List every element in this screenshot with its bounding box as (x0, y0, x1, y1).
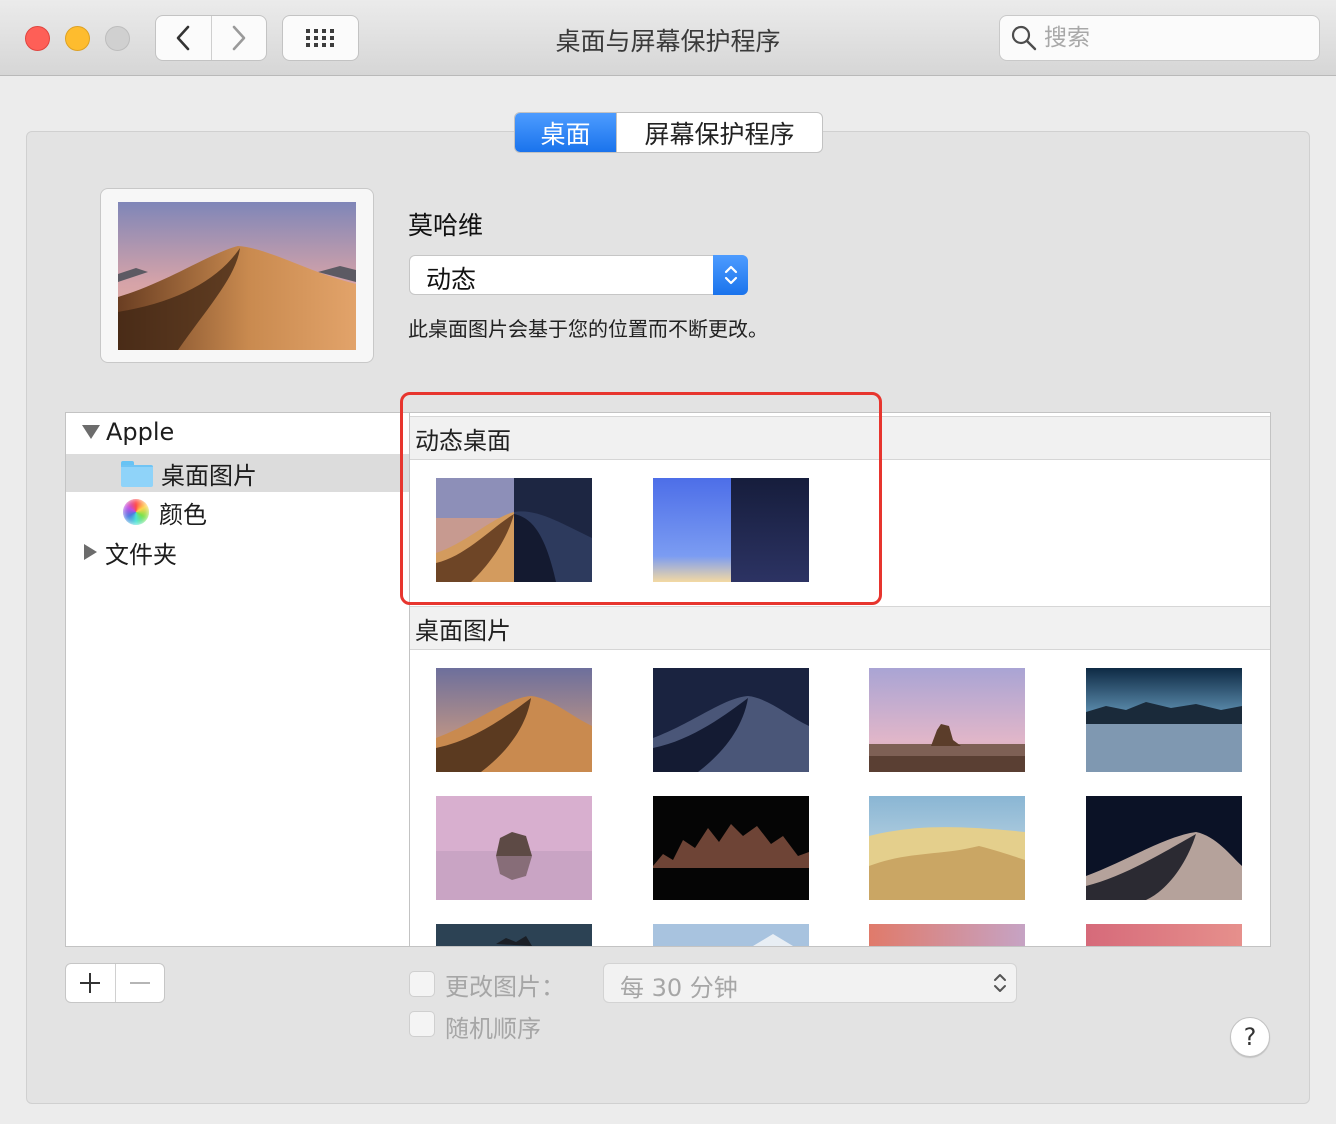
sidebar-item-desktop-pictures[interactable]: 桌面图片 (66, 454, 410, 492)
add-remove-buttons (65, 963, 165, 1003)
wallpaper-thumb-sand-dunes[interactable] (869, 796, 1025, 900)
color-wheel-icon (123, 499, 149, 525)
plus-icon (80, 973, 101, 993)
wallpaper-thumb-row3-3[interactable] (869, 924, 1025, 946)
tab-bar: 桌面 屏幕保护程序 (514, 112, 823, 153)
wallpaper-thumb-salt-flat[interactable] (1086, 668, 1242, 772)
change-picture-checkbox[interactable] (409, 971, 435, 997)
sidebar-item-label: 颜色 (159, 500, 207, 529)
help-button[interactable]: ? (1230, 1017, 1270, 1057)
search-input[interactable] (1044, 25, 1304, 51)
wallpaper-thumb-row3-2[interactable] (653, 924, 809, 946)
wallpaper-thumb-row3-1[interactable] (436, 924, 592, 946)
wallpaper-thumb-mojave-day[interactable] (436, 668, 592, 772)
sidebar-item-label: Apple (106, 418, 175, 446)
tab-desktop[interactable]: 桌面 (515, 113, 616, 152)
wallpaper-preview (100, 188, 374, 363)
wallpaper-name: 莫哈维 (408, 211, 484, 240)
section-header-dynamic: 动态桌面 (410, 416, 1270, 460)
add-folder-button[interactable] (66, 964, 115, 1002)
popup-arrows-icon (992, 969, 1008, 1001)
source-list: Apple 桌面图片 颜色 文件夹 (65, 412, 410, 947)
search-icon (1011, 25, 1037, 51)
section-header-pictures: 桌面图片 (410, 606, 1270, 650)
change-interval-value: 每 30 分钟 (620, 974, 738, 1002)
mojave-preview-image (118, 202, 356, 350)
wallpaper-thumb-el-capitan-rock[interactable] (869, 668, 1025, 772)
sidebar-item-label: 桌面图片 (161, 461, 257, 490)
wallpaper-thumb-row3-4[interactable] (1086, 924, 1242, 946)
tab-screen-saver[interactable]: 屏幕保护程序 (616, 113, 822, 152)
wallpaper-thumb-mono-lake-rock[interactable] (436, 796, 592, 900)
change-picture-label: 更改图片： (445, 973, 565, 1001)
minus-icon (129, 982, 150, 984)
wallpaper-thumb-tufa-night[interactable] (653, 796, 809, 900)
wallpaper-description: 此桌面图片会基于您的位置而不断更改。 (408, 317, 768, 341)
remove-folder-button[interactable] (114, 964, 165, 1002)
sidebar-item-apple[interactable]: Apple (66, 413, 410, 451)
wallpaper-mode-popup[interactable]: 动态 (409, 255, 748, 295)
sidebar-item-folders[interactable]: 文件夹 (66, 533, 410, 571)
sidebar-item-label: 文件夹 (105, 540, 177, 569)
random-order-label: 随机顺序 (445, 1015, 541, 1043)
wallpaper-thumb-solar-gradients[interactable] (653, 478, 809, 582)
random-order-checkbox[interactable] (409, 1011, 435, 1037)
wallpaper-mode-value: 动态 (426, 265, 477, 294)
wallpaper-browser: 动态桌面 桌面图片 (409, 412, 1271, 947)
wallpaper-thumb-mojave-dynamic[interactable] (436, 478, 592, 582)
wallpaper-thumb-mojave-night[interactable] (653, 668, 809, 772)
change-interval-popup[interactable]: 每 30 分钟 (603, 963, 1017, 1003)
sidebar-item-colors[interactable]: 颜色 (66, 493, 410, 531)
disclosure-open-icon[interactable] (82, 425, 100, 439)
wallpaper-thumb-dune-night[interactable] (1086, 796, 1242, 900)
popup-arrows-icon (713, 255, 748, 295)
title-bar: 桌面与屏幕保护程序 (0, 0, 1336, 76)
search-field[interactable] (999, 15, 1320, 61)
folder-icon (121, 461, 153, 487)
disclosure-closed-icon[interactable] (84, 544, 97, 560)
